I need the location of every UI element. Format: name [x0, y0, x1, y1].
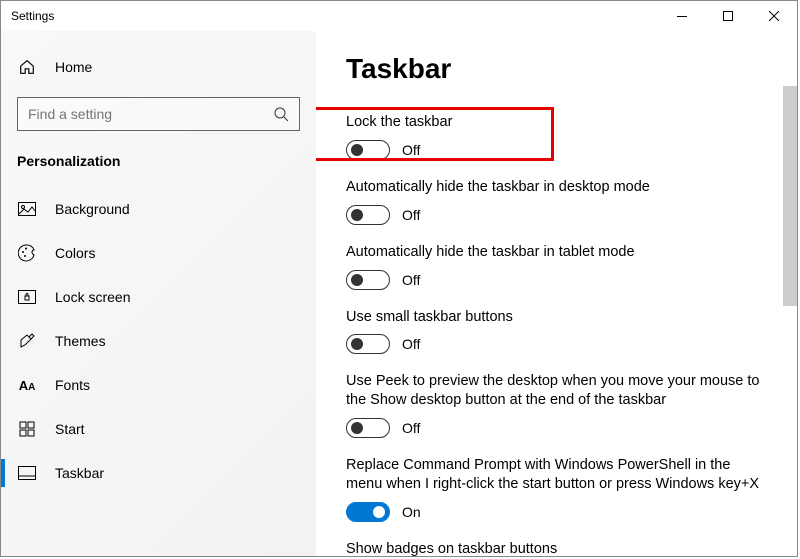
toggle-state: Off	[402, 420, 420, 436]
toggle-state: Off	[402, 142, 420, 158]
toggle-small-buttons[interactable]	[346, 334, 390, 354]
toggle-state: On	[402, 504, 421, 520]
sidebar-item-lock-screen[interactable]: Lock screen	[1, 275, 316, 319]
minimize-button[interactable]	[659, 1, 705, 31]
setting-autohide-tablet: Automatically hide the taskbar in tablet…	[346, 243, 767, 290]
sidebar-item-themes[interactable]: Themes	[1, 319, 316, 363]
taskbar-icon	[17, 466, 37, 480]
setting-label: Use Peek to preview the desktop when you…	[346, 372, 767, 410]
sidebar-item-fonts[interactable]: AA Fonts	[1, 363, 316, 407]
page-title: Taskbar	[346, 53, 767, 85]
close-button[interactable]	[751, 1, 797, 31]
toggle-autohide-desktop[interactable]	[346, 205, 390, 225]
setting-badges: Show badges on taskbar buttons	[346, 540, 767, 556]
settings-window: Settings Home	[0, 0, 798, 557]
picture-icon	[17, 202, 37, 216]
sidebar-item-background[interactable]: Background	[1, 187, 316, 231]
setting-powershell: Replace Command Prompt with Windows Powe…	[346, 456, 767, 522]
title-bar: Settings	[1, 1, 797, 31]
setting-label: Automatically hide the taskbar in tablet…	[346, 243, 767, 262]
window-buttons	[659, 1, 797, 31]
toggle-state: Off	[402, 272, 420, 288]
setting-label: Use small taskbar buttons	[346, 308, 767, 327]
search-input[interactable]	[28, 106, 273, 122]
sidebar-item-label: Fonts	[55, 377, 90, 393]
maximize-icon	[723, 11, 733, 21]
toggle-state: Off	[402, 336, 420, 352]
window-title: Settings	[11, 9, 54, 23]
close-icon	[769, 11, 779, 21]
sidebar-item-label: Colors	[55, 245, 95, 261]
home-button[interactable]: Home	[1, 47, 316, 87]
toggle-lock-taskbar[interactable]	[346, 140, 390, 160]
themes-icon	[17, 332, 37, 350]
setting-label: Lock the taskbar	[346, 113, 767, 132]
toggle-autohide-tablet[interactable]	[346, 270, 390, 290]
sidebar-item-label: Start	[55, 421, 85, 437]
scrollbar-thumb[interactable]	[783, 86, 797, 306]
sidebar-item-label: Themes	[55, 333, 106, 349]
toggle-powershell[interactable]	[346, 502, 390, 522]
search-box[interactable]	[17, 97, 300, 131]
home-label: Home	[55, 59, 92, 75]
fonts-icon: AA	[17, 378, 37, 393]
setting-autohide-desktop: Automatically hide the taskbar in deskto…	[346, 178, 767, 225]
setting-peek: Use Peek to preview the desktop when you…	[346, 372, 767, 438]
maximize-button[interactable]	[705, 1, 751, 31]
setting-label: Automatically hide the taskbar in deskto…	[346, 178, 767, 197]
setting-small-buttons: Use small taskbar buttons Off	[346, 308, 767, 355]
sidebar: Home Personalization Background Colo	[1, 31, 316, 556]
main-panel: Taskbar Lock the taskbar Off Automatical…	[316, 31, 797, 556]
sidebar-item-label: Lock screen	[55, 289, 130, 305]
setting-lock-taskbar: Lock the taskbar Off	[346, 113, 767, 160]
minimize-icon	[677, 16, 687, 17]
setting-label: Replace Command Prompt with Windows Powe…	[346, 456, 767, 494]
start-icon	[17, 421, 37, 437]
sidebar-item-label: Background	[55, 201, 130, 217]
lock-screen-icon	[17, 290, 37, 304]
content-area: Home Personalization Background Colo	[1, 31, 797, 556]
search-icon	[273, 106, 289, 122]
toggle-peek[interactable]	[346, 418, 390, 438]
home-icon	[17, 58, 37, 76]
palette-icon	[17, 244, 37, 262]
sidebar-item-start[interactable]: Start	[1, 407, 316, 451]
sidebar-item-colors[interactable]: Colors	[1, 231, 316, 275]
toggle-state: Off	[402, 207, 420, 223]
category-title: Personalization	[1, 145, 316, 187]
sidebar-item-taskbar[interactable]: Taskbar	[1, 451, 316, 495]
setting-label: Show badges on taskbar buttons	[346, 540, 767, 556]
sidebar-item-label: Taskbar	[55, 465, 104, 481]
